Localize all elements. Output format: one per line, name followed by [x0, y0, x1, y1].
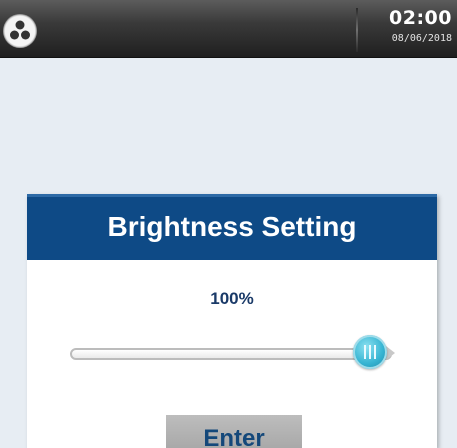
slider-track[interactable] [70, 348, 392, 360]
thumb-grip-line [364, 345, 366, 359]
slider-end-arrow-icon [386, 346, 395, 360]
enter-button[interactable]: Enter [166, 415, 302, 448]
dialog-body: 100% Enter [30, 260, 434, 448]
thumb-grip-line [374, 345, 376, 359]
home-dots-icon [5, 16, 35, 46]
brightness-value: 100% [210, 289, 254, 308]
home-button[interactable] [3, 14, 37, 48]
thumb-grip-line [369, 345, 371, 359]
clock-time: 02:00 [389, 7, 452, 29]
status-divider [356, 8, 358, 52]
brightness-dialog: Brightness Setting 100% Enter [27, 194, 437, 448]
status-bar: 02:00 08/06/2018 [0, 0, 457, 57]
brightness-slider[interactable] [70, 335, 425, 375]
dialog-header: Brightness Setting [27, 194, 437, 260]
slider-thumb[interactable] [353, 335, 387, 369]
dialog-title: Brightness Setting [107, 211, 357, 242]
clock-date: 08/06/2018 [391, 33, 452, 44]
